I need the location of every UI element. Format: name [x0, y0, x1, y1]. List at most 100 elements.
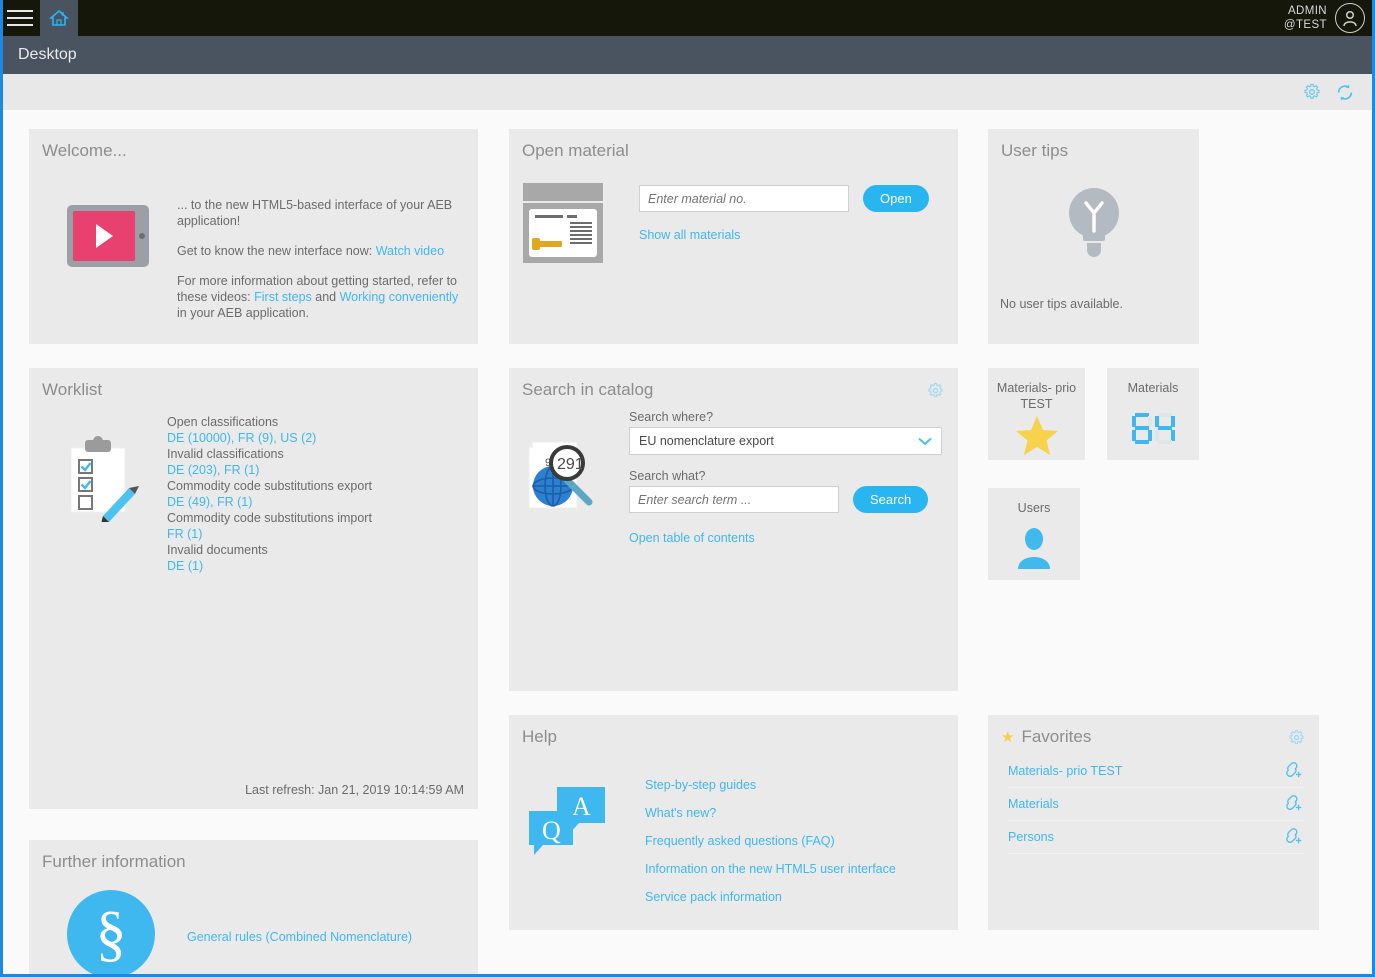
add-link-icon[interactable]: [1285, 794, 1305, 815]
worklist-group-values[interactable]: DE (1): [167, 558, 372, 574]
add-link-icon[interactable]: [1285, 761, 1305, 782]
home-icon[interactable]: [40, 0, 78, 36]
globe-search-icon: 9 291: [523, 430, 615, 545]
search-what-row: Search: [629, 486, 942, 513]
user-tips-empty-text: No user tips available.: [988, 267, 1199, 311]
user-avatar-icon[interactable]: [1335, 3, 1365, 33]
favorites-header: ★ Favorites: [988, 715, 1319, 747]
welcome-line-3-suffix: in your AEB application.: [177, 306, 309, 320]
welcome-line-2: Get to know the new interface now: Watch…: [177, 243, 464, 259]
open-material-form: Open Show all materials: [639, 171, 929, 263]
further-information-body: § General rules (Combined Nomenclature): [29, 872, 478, 977]
user-icon: [1015, 516, 1053, 580]
worklist-group: Open classifications DE (10000), FR (9),…: [167, 414, 372, 446]
menu-bar-1: [7, 10, 33, 12]
worklist-group-values-link[interactable]: DE (203), FR (1): [167, 463, 259, 477]
worklist-group-label: Open classifications: [167, 414, 372, 430]
favorites-panel: ★ Favorites Materials- prio TEST: [988, 715, 1319, 930]
tile-materials-prio-test[interactable]: Materials- prio TEST: [988, 368, 1085, 460]
worklist-group-values-link[interactable]: FR (1): [167, 527, 202, 541]
favorite-link[interactable]: Materials- prio TEST: [1008, 764, 1122, 778]
tile-label: Materials: [1120, 368, 1187, 396]
material-icon-key: [534, 241, 562, 247]
material-number-input[interactable]: [639, 185, 849, 212]
welcome-body: ... to the new HTML5-based interface of …: [29, 161, 478, 335]
open-table-of-contents-link[interactable]: Open table of contents: [629, 531, 755, 545]
help-link-faq[interactable]: Frequently asked questions (FAQ): [645, 827, 896, 855]
help-title: Help: [509, 715, 958, 747]
help-panel: Help A Q Step-by-step guides What's new?…: [509, 715, 958, 930]
first-steps-link[interactable]: First steps: [254, 290, 312, 304]
user-account[interactable]: ADMIN @TEST: [1284, 3, 1375, 33]
help-link-service-pack[interactable]: Service pack information: [645, 883, 896, 911]
play-video-icon[interactable]: [67, 205, 149, 267]
tile-users[interactable]: Users: [988, 488, 1080, 580]
worklist-group-values[interactable]: DE (49), FR (1): [167, 494, 372, 510]
tile-value: [1132, 413, 1175, 444]
worklist-group-values[interactable]: DE (10000), FR (9), US (2): [167, 430, 372, 446]
worklist-group: Commodity code substitutions import FR (…: [167, 510, 372, 542]
worklist-body: Open classifications DE (10000), FR (9),…: [29, 400, 478, 574]
welcome-line-1: ... to the new HTML5-based interface of …: [177, 197, 464, 229]
bubble-a-letter: A: [572, 792, 591, 821]
open-material-input-row: Open: [639, 185, 929, 212]
further-information-link-row: General rules (Combined Nomenclature): [187, 930, 412, 944]
user-client: @TEST: [1284, 18, 1327, 32]
video-dot: [139, 233, 145, 239]
digit-6: [1132, 413, 1152, 444]
open-material-title: Open material: [509, 129, 958, 161]
material-icon-inner: [529, 209, 597, 257]
desktop-toolbar: [3, 74, 1372, 110]
material-document-icon: [523, 183, 603, 263]
help-link-html5-info[interactable]: Information on the new HTML5 user interf…: [645, 855, 896, 883]
search-catalog-body: 9 291 Search where? EU nomenclature: [509, 400, 958, 545]
chevron-down-icon: [918, 437, 932, 446]
worklist-group: Invalid classifications DE (203), FR (1): [167, 446, 372, 478]
favorites-row[interactable]: Persons: [1008, 821, 1305, 854]
refresh-icon[interactable]: [1335, 83, 1355, 102]
material-icon-frame: [523, 203, 603, 263]
favorite-link[interactable]: Materials: [1008, 797, 1059, 811]
breadcrumb: Desktop: [3, 36, 1372, 74]
favorites-row[interactable]: Materials: [1008, 788, 1305, 821]
open-button[interactable]: Open: [863, 185, 929, 212]
welcome-title: Welcome...: [29, 129, 478, 161]
welcome-line-3-mid: and: [312, 290, 340, 304]
search-button[interactable]: Search: [853, 486, 928, 513]
toc-row: Open table of contents: [629, 531, 942, 545]
tile-materials[interactable]: Materials: [1107, 368, 1199, 460]
general-rules-link[interactable]: General rules (Combined Nomenclature): [187, 930, 412, 944]
top-bar: ADMIN @TEST: [0, 0, 1375, 36]
user-tips-panel: User tips No user tips available.: [988, 129, 1199, 344]
worklist-group-values[interactable]: DE (203), FR (1): [167, 462, 372, 478]
watch-video-link[interactable]: Watch video: [376, 244, 444, 258]
digit-4: [1155, 413, 1175, 444]
favorites-list: Materials- prio TEST Materials: [988, 747, 1319, 854]
help-link-whats-new[interactable]: What's new?: [645, 799, 896, 827]
welcome-line-3: For more information about getting start…: [177, 273, 464, 321]
worklist-group-values-link[interactable]: DE (49), FR (1): [167, 495, 252, 509]
welcome-line-2-prefix: Get to know the new interface now:: [177, 244, 376, 258]
worklist-group-values-link[interactable]: DE (10000), FR (9), US (2): [167, 431, 316, 445]
tile-label: Materials- prio TEST: [988, 368, 1085, 412]
search-where-select[interactable]: EU nomenclature export: [629, 427, 942, 455]
worklist-group: Commodity code substitutions export DE (…: [167, 478, 372, 510]
favorites-row[interactable]: Materials- prio TEST: [1008, 755, 1305, 788]
gear-icon[interactable]: [927, 382, 944, 404]
hamburger-menu-icon[interactable]: [0, 0, 40, 36]
add-link-icon[interactable]: [1285, 827, 1305, 848]
show-all-materials-link[interactable]: Show all materials: [639, 228, 740, 242]
gear-icon[interactable]: [1303, 83, 1321, 101]
tile-label: Users: [1010, 488, 1059, 516]
material-icon-lines: [570, 222, 592, 246]
welcome-panel: Welcome... ... to the new HTML5-based in…: [29, 129, 478, 344]
help-link-step-by-step-guides[interactable]: Step-by-step guides: [645, 771, 896, 799]
search-catalog-form: Search where? EU nomenclature export Sea…: [629, 404, 942, 545]
worklist-group-values[interactable]: FR (1): [167, 526, 372, 542]
working-conveniently-link[interactable]: Working conveniently: [340, 290, 459, 304]
favorite-link[interactable]: Persons: [1008, 830, 1054, 844]
worklist-group-values-link[interactable]: DE (1): [167, 559, 203, 573]
gear-icon[interactable]: [1288, 729, 1305, 751]
search-term-input[interactable]: [629, 486, 839, 513]
search-catalog-title: Search in catalog: [509, 368, 958, 400]
